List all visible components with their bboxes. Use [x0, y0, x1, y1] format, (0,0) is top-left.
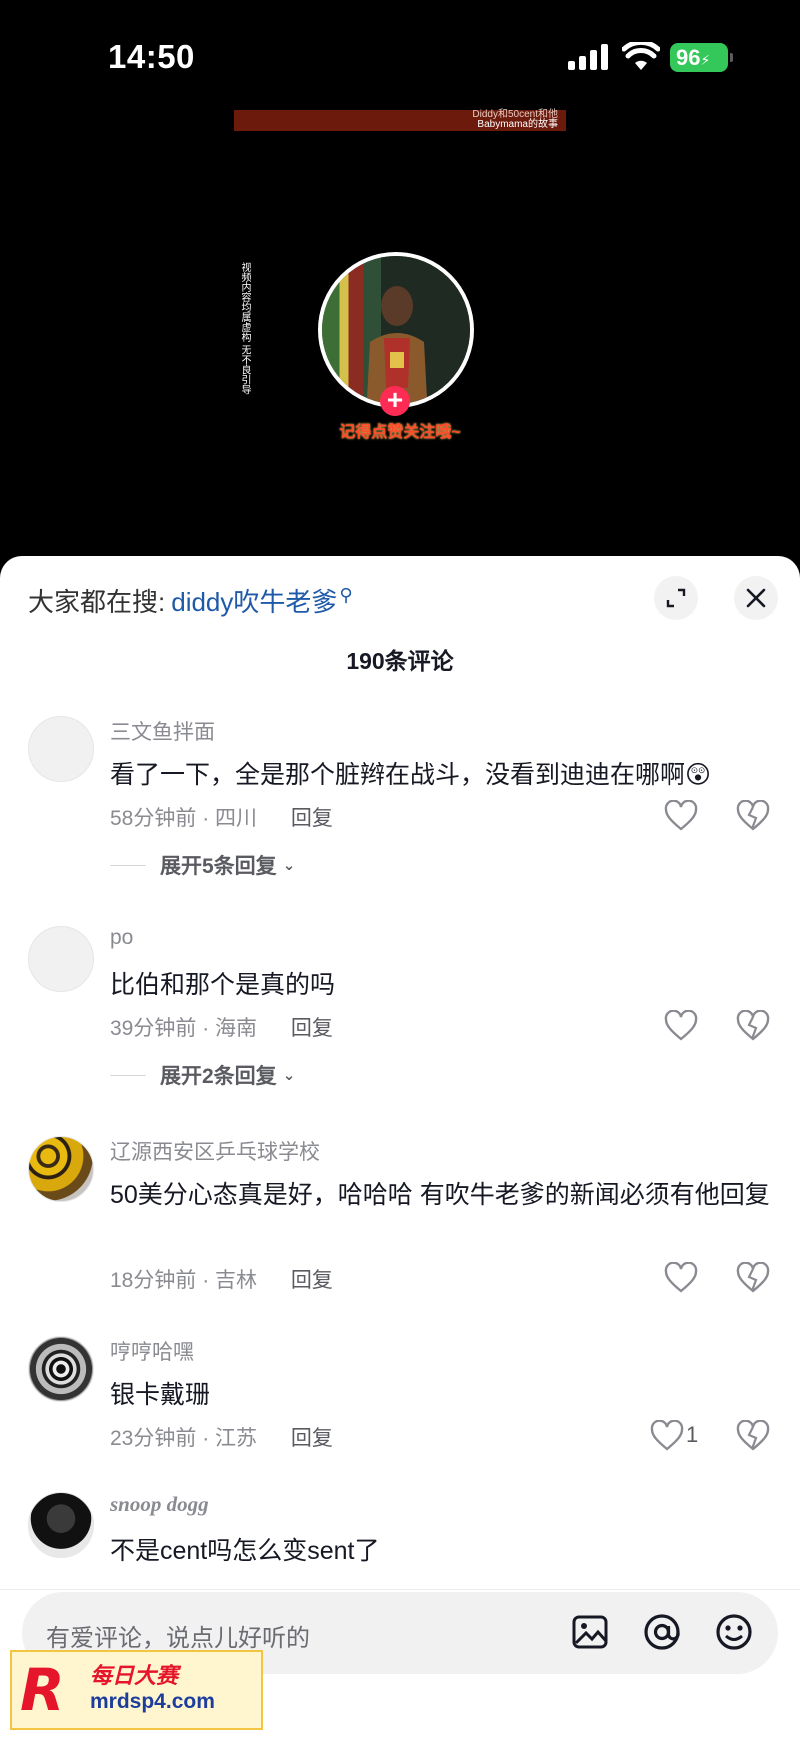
expand-icon	[666, 588, 686, 608]
broken-heart-icon[interactable]	[736, 1010, 770, 1042]
comment-count: 190条评论	[346, 648, 454, 674]
status-time: 14:50	[108, 38, 195, 75]
status-bar: 14:50 96⚡	[0, 0, 800, 110]
battery-level: 96	[676, 45, 701, 70]
comment-time-location: 39分钟前 · 海南	[110, 1017, 258, 1040]
comment-time-location: 18分钟前 · 吉林	[110, 1269, 258, 1292]
search-prefix: 大家都在搜:	[28, 586, 166, 617]
watermark-logo: R 每日大赛 mrdsp4.com	[10, 1650, 263, 1730]
video-banner: Diddy和50cent和他 Babymama的故事	[234, 110, 566, 131]
comment-meta: 39分钟前 · 海南 回复	[110, 1012, 333, 1042]
reply-button[interactable]: 回复	[291, 1269, 333, 1292]
expand-replies-button[interactable]: 展开2条回复 ⌄	[110, 1060, 295, 1090]
comment-time-location: 23分钟前 · 江苏	[110, 1427, 258, 1450]
heart-icon[interactable]	[664, 800, 698, 832]
follow-reminder-text: 记得点赞关注哦~	[339, 424, 461, 441]
close-icon	[746, 588, 766, 608]
heart-icon[interactable]	[664, 1010, 698, 1042]
comment-text: 不是cent吗怎么变sent了	[110, 1537, 380, 1565]
expand-replies-label: 展开5条回复	[160, 855, 277, 878]
reply-button[interactable]: 回复	[291, 807, 333, 830]
search-suggestion[interactable]: 大家都在搜: diddy吹牛老爹 ⚲	[28, 580, 353, 620]
comment-meta: 23分钟前 · 江苏 回复	[110, 1422, 333, 1452]
avatar[interactable]	[28, 716, 94, 782]
broken-heart-icon[interactable]	[736, 1420, 770, 1452]
chevron-down-icon: ⌄	[282, 857, 296, 874]
expand-replies-button[interactable]: 展开5条回复 ⌄	[110, 850, 295, 880]
reply-button[interactable]: 回复	[291, 1017, 333, 1040]
comment-username[interactable]: 三文鱼拌面	[110, 716, 215, 746]
avatar[interactable]	[28, 926, 94, 992]
follow-plus-button[interactable]: +	[380, 386, 410, 416]
image-icon[interactable]	[570, 1612, 610, 1652]
signal-icon	[568, 44, 608, 70]
wifi-icon	[622, 42, 660, 70]
comment-username[interactable]: po	[110, 926, 133, 950]
avatar[interactable]	[28, 1492, 94, 1558]
comment-text: 看了一下，全是那个脏辫在战斗，没看到迪迪在哪啊😲	[110, 761, 712, 789]
emoji-icon[interactable]	[714, 1612, 754, 1652]
comment-text: 比伯和那个是真的吗	[110, 971, 336, 999]
comment-meta: 18分钟前 · 吉林 回复	[110, 1264, 333, 1294]
comment-username[interactable]: snoop dogg	[110, 1492, 209, 1517]
comment-username[interactable]: 辽源西安区乒乓球学校	[110, 1136, 320, 1166]
video-notice: 视频内容均属虚构 无不良引导	[239, 262, 250, 395]
input-divider	[0, 1589, 800, 1590]
chevron-down-icon: ⌄	[282, 1067, 296, 1084]
comment-meta: 58分钟前 · 四川 回复	[110, 802, 333, 832]
watermark-url: mrdsp4.com	[90, 1690, 215, 1713]
comment-input-placeholder[interactable]: 有爱评论，说点儿好听的	[46, 1618, 310, 1653]
heart-icon[interactable]	[664, 1262, 698, 1294]
broken-heart-icon[interactable]	[736, 1262, 770, 1294]
search-term-link[interactable]: diddy吹牛老爹	[171, 582, 337, 619]
search-icon: ⚲	[339, 584, 353, 605]
close-button[interactable]	[734, 576, 778, 620]
avatar[interactable]	[28, 1136, 94, 1202]
expand-button[interactable]	[654, 576, 698, 620]
watermark-title: 每日大赛	[90, 1663, 179, 1688]
battery-icon: 96⚡	[670, 43, 733, 72]
reply-button[interactable]: 回复	[291, 1427, 333, 1450]
watermark-r: R	[20, 1656, 65, 1724]
like-count: 1	[686, 1422, 699, 1447]
comment-text: 50美分心态真是好，哈哈哈 有吹牛老爹的新闻必须有他回复	[110, 1181, 770, 1209]
comment-text: 银卡戴珊	[110, 1381, 211, 1409]
at-icon[interactable]	[642, 1612, 682, 1652]
avatar[interactable]	[28, 1336, 94, 1402]
broken-heart-icon[interactable]	[736, 800, 770, 832]
comment-time-location: 58分钟前 · 四川	[110, 807, 258, 830]
comment-username[interactable]: 哼哼哈嘿	[110, 1336, 194, 1366]
video-player[interactable]: Diddy和50cent和他 Babymama的故事 视频内容均属虚构 无不良引…	[0, 110, 800, 556]
comment-sheet: 大家都在搜: diddy吹牛老爹 ⚲ 190条评论 三文鱼拌面 看了一下，全是那…	[0, 556, 800, 1738]
expand-replies-label: 展开2条回复	[160, 1065, 277, 1088]
heart-icon[interactable]	[650, 1420, 684, 1452]
